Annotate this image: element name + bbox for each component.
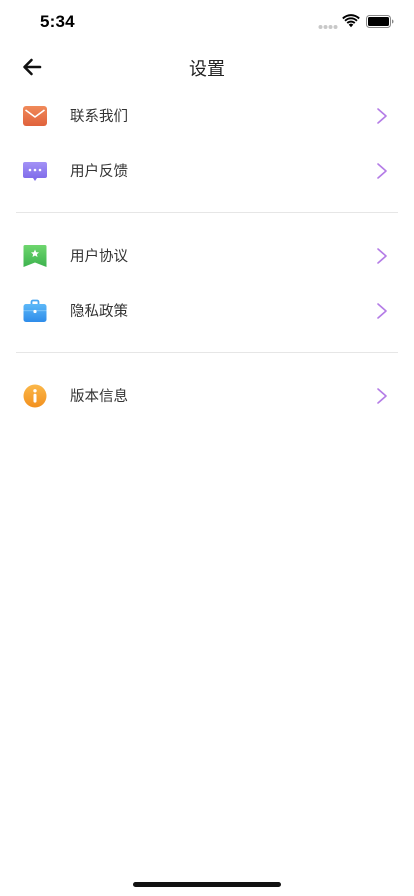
section-divider — [16, 352, 398, 353]
settings-item-label: 用户反馈 — [70, 164, 128, 180]
wifi-icon — [342, 14, 360, 28]
settings-item-version-info[interactable]: 版本信息 — [0, 368, 414, 423]
home-indicator[interactable] — [133, 882, 281, 887]
chevron-right-icon — [377, 163, 387, 179]
settings-item-label: 用户协议 — [70, 249, 128, 265]
agreement-icon — [23, 245, 47, 267]
privacy-icon — [23, 299, 47, 322]
settings-item-user-agreement[interactable]: 用户协议 — [0, 228, 414, 283]
section-divider — [16, 212, 398, 213]
page-title: 设置 — [189, 59, 225, 80]
chevron-right-icon — [377, 108, 387, 124]
chevron-right-icon — [377, 388, 387, 404]
battery-icon — [366, 15, 394, 28]
settings-screen: 5:34 设置 联系我们 用户反馈 用户协议 隐私政策 版本信息 — [0, 0, 414, 896]
settings-item-label: 版本信息 — [70, 389, 128, 405]
status-time: 5:34 — [40, 12, 75, 31]
settings-item-user-feedback[interactable]: 用户反馈 — [0, 143, 414, 198]
cellular-signal-icon — [318, 25, 338, 29]
settings-item-privacy-policy[interactable]: 隐私政策 — [0, 283, 414, 338]
chevron-right-icon — [377, 248, 387, 264]
settings-item-label: 联系我们 — [70, 109, 128, 125]
mail-icon — [23, 106, 47, 126]
info-icon — [23, 384, 47, 408]
navigation-bar: 设置 — [0, 44, 414, 88]
chevron-right-icon — [377, 303, 387, 319]
status-bar: 5:34 — [0, 0, 414, 44]
feedback-icon — [23, 162, 47, 181]
settings-item-contact-us[interactable]: 联系我们 — [0, 88, 414, 143]
settings-item-label: 隐私政策 — [70, 304, 128, 320]
